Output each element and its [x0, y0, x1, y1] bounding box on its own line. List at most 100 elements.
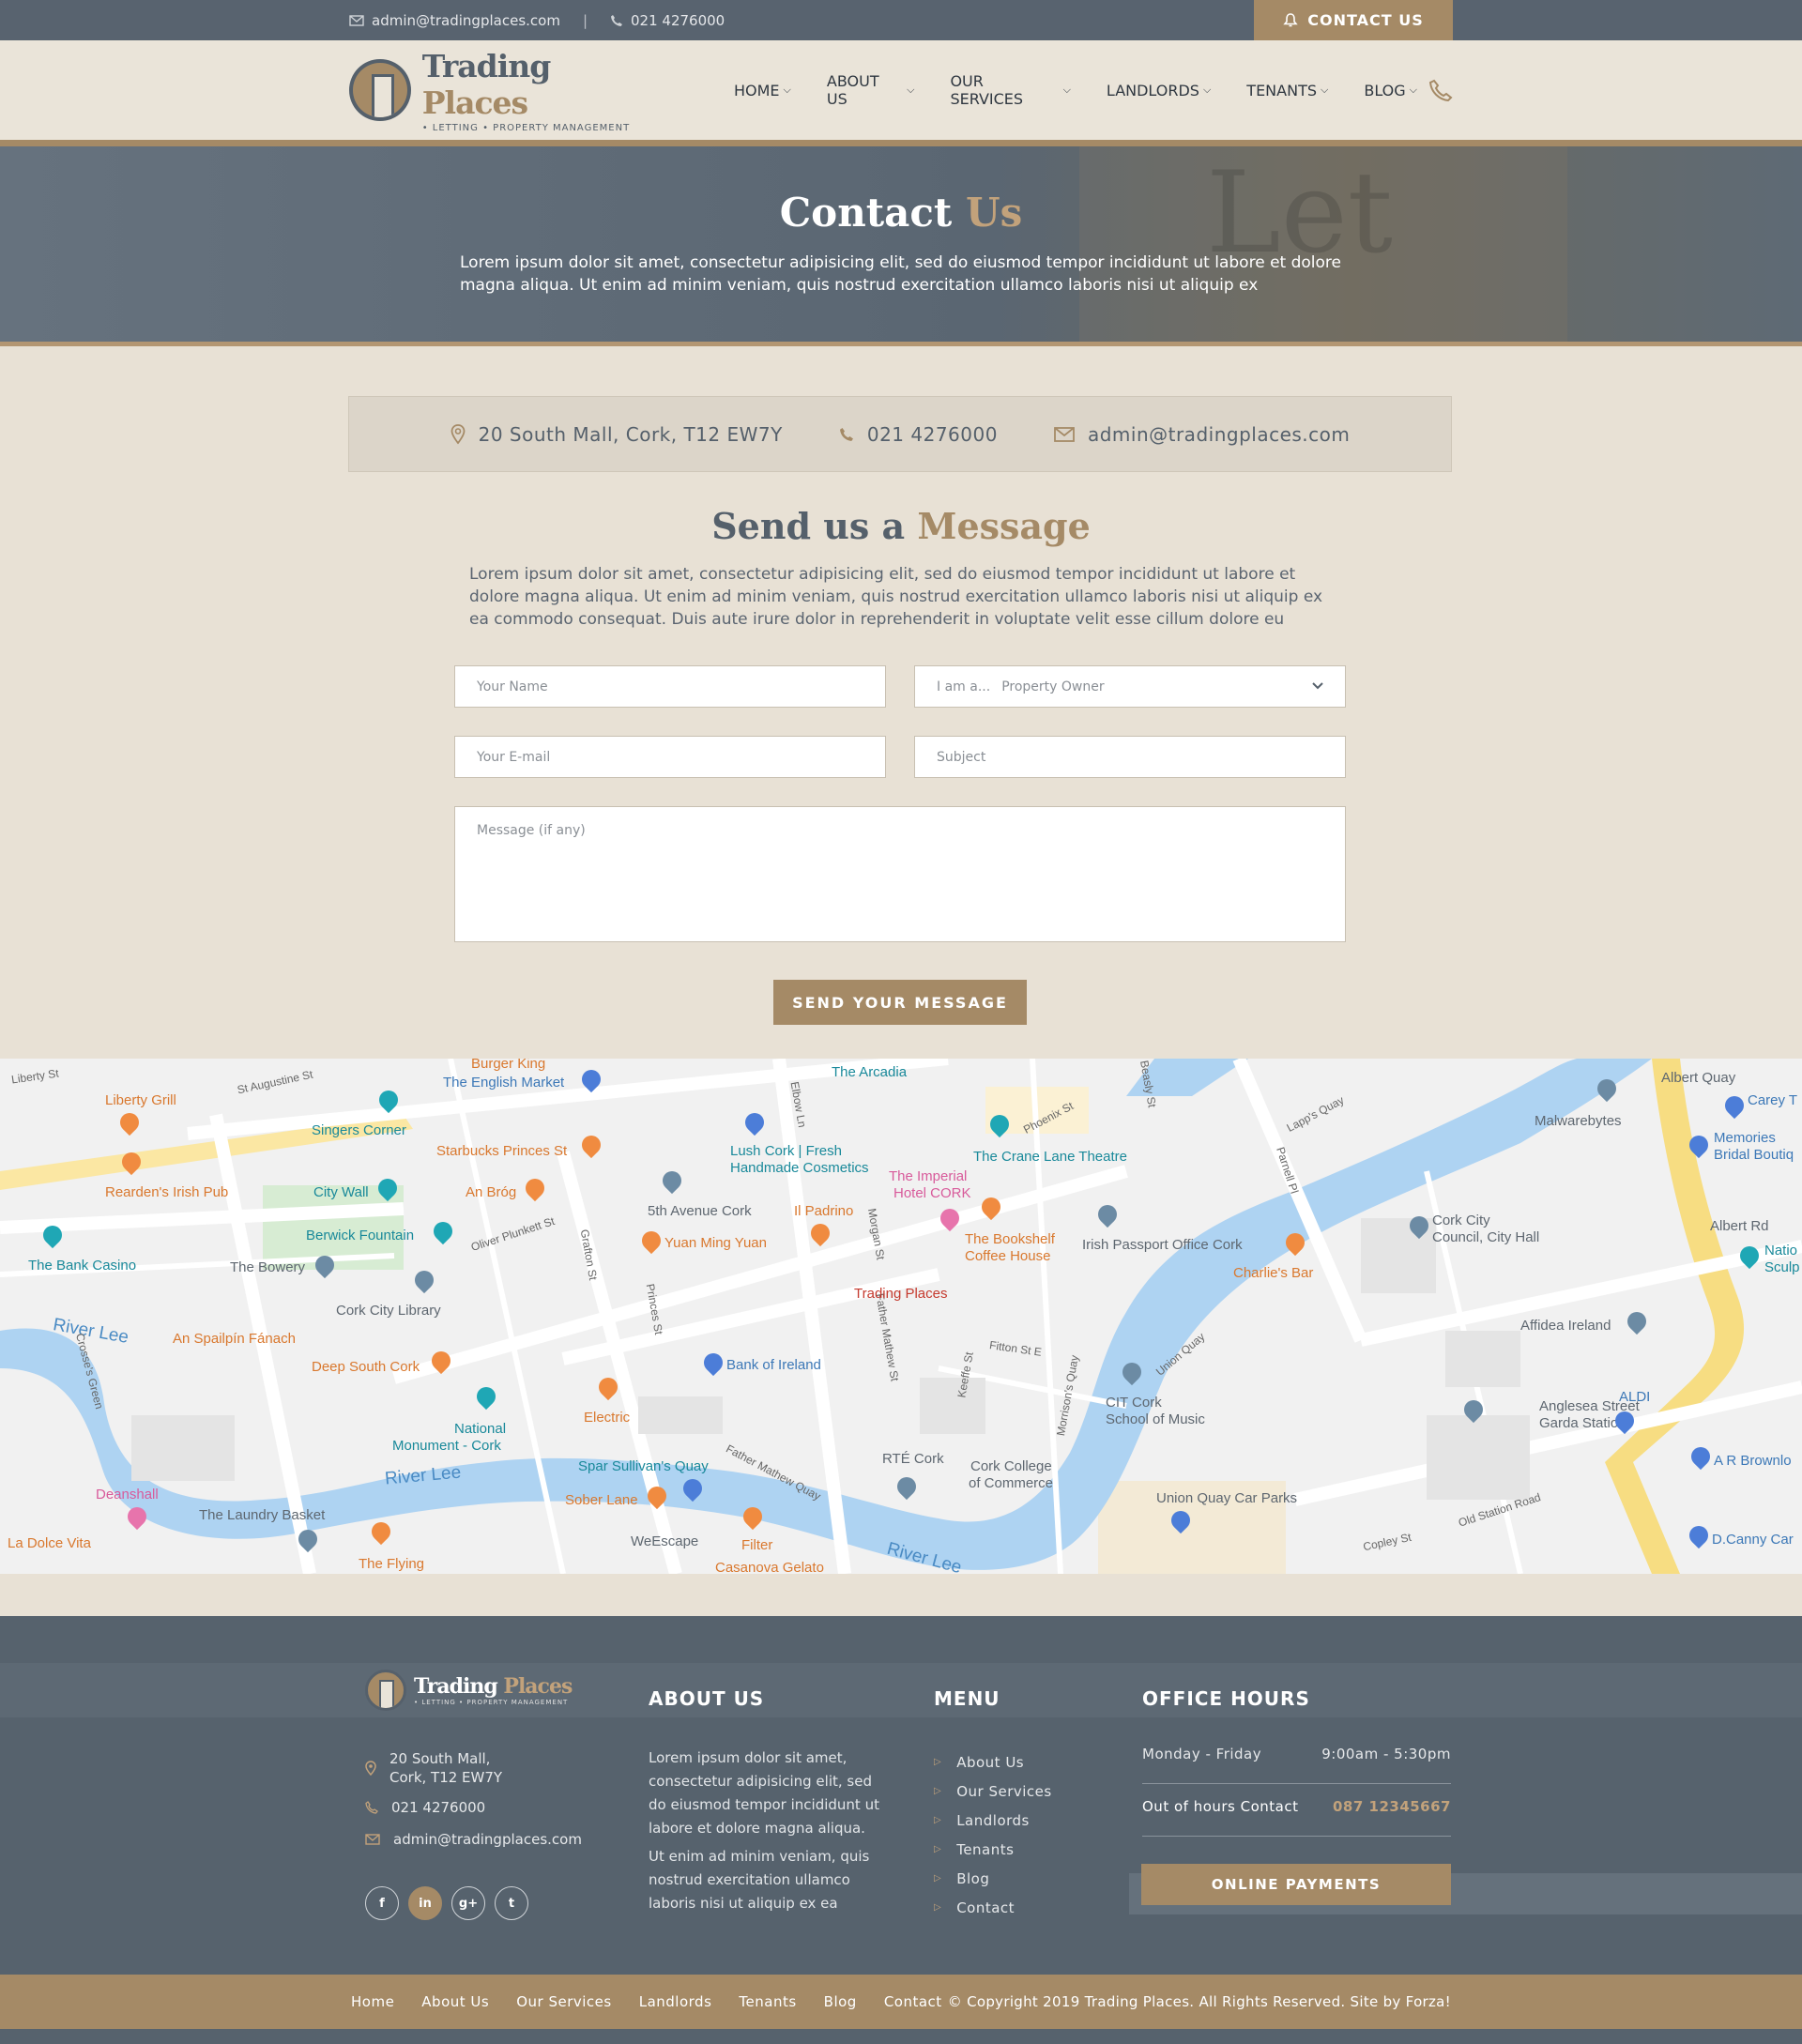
nav-blog[interactable]: BLOG ⌵: [1364, 72, 1417, 108]
map-label[interactable]: Bank of Ireland: [726, 1357, 821, 1373]
facebook-icon[interactable]: f: [365, 1886, 399, 1920]
map-label[interactable]: Spar Sullivan's Quay: [578, 1458, 709, 1474]
subject-input[interactable]: Subject: [914, 736, 1346, 778]
map-label[interactable]: Affidea Ireland: [1520, 1318, 1611, 1334]
footer-phone[interactable]: 021 4276000: [365, 1798, 485, 1817]
online-payments-button[interactable]: ONLINE PAYMENTS: [1141, 1864, 1451, 1905]
map-label[interactable]: An Bróg: [466, 1184, 516, 1200]
contact-us-button[interactable]: CONTACT US: [1254, 0, 1453, 40]
bottom-link-blog[interactable]: Blog: [824, 1993, 857, 2010]
footer-menu-services[interactable]: ▷ Our Services: [934, 1777, 1052, 1806]
map-label[interactable]: School of Music: [1106, 1411, 1205, 1427]
map-label[interactable]: Cork College: [970, 1458, 1052, 1474]
map-label[interactable]: Electric: [584, 1410, 630, 1426]
map-label[interactable]: Sober Lane: [565, 1492, 638, 1508]
map-label[interactable]: Irish Passport Office Cork: [1082, 1237, 1243, 1253]
map-label[interactable]: The English Market: [443, 1075, 564, 1091]
map-label[interactable]: Malwarebytes: [1535, 1113, 1622, 1129]
nav-home[interactable]: HOME ⌵: [734, 72, 791, 108]
linkedin-icon[interactable]: in: [408, 1886, 442, 1920]
nav-about-us[interactable]: ABOUT US ⌵: [827, 72, 915, 108]
name-input[interactable]: Your Name: [454, 665, 886, 708]
map-label[interactable]: D.Canny Car: [1712, 1532, 1794, 1548]
map-label[interactable]: CIT Cork: [1106, 1395, 1162, 1411]
map-label[interactable]: The Imperial: [889, 1168, 967, 1184]
bottom-link-services[interactable]: Our Services: [516, 1993, 612, 2010]
map-label[interactable]: The Bookshelf: [965, 1231, 1055, 1247]
footer-logo[interactable]: Trading Places • LETTING • PROPERTY MANA…: [365, 1670, 573, 1711]
footer-menu-tenants[interactable]: ▷ Tenants: [934, 1835, 1052, 1864]
map-label[interactable]: The Bowery: [230, 1259, 305, 1275]
out-of-hours-phone[interactable]: 087 12345667: [1333, 1798, 1451, 1815]
map-label[interactable]: National: [454, 1421, 506, 1437]
bottom-link-about[interactable]: About Us: [421, 1993, 489, 2010]
map-label[interactable]: 5th Avenue Cork: [648, 1203, 752, 1219]
map-label[interactable]: RTÉ Cork: [882, 1451, 944, 1467]
twitter-icon[interactable]: t: [495, 1886, 528, 1920]
location-map[interactable]: Burger King The English Market Liberty G…: [0, 1059, 1802, 1574]
map-label[interactable]: Casanova Gelato: [715, 1560, 824, 1574]
message-textarea[interactable]: Message (if any): [454, 806, 1346, 942]
map-label[interactable]: of Commerce: [969, 1475, 1053, 1491]
map-label[interactable]: Liberty Grill: [105, 1092, 176, 1108]
map-label[interactable]: A R Brownlo: [1714, 1453, 1792, 1469]
map-label[interactable]: La Dolce Vita: [8, 1535, 91, 1551]
map-label[interactable]: Berwick Fountain: [306, 1228, 414, 1243]
footer-menu-contact[interactable]: ▷ Contact: [934, 1893, 1052, 1922]
map-label[interactable]: Hotel CORK: [893, 1185, 971, 1201]
map-label[interactable]: Carey T: [1748, 1092, 1797, 1108]
map-label[interactable]: Starbucks Princes St: [436, 1143, 567, 1159]
map-label[interactable]: Coffee House: [965, 1248, 1050, 1264]
map-label[interactable]: Handmade Cosmetics: [730, 1160, 869, 1176]
header-phone-icon[interactable]: [1428, 78, 1453, 106]
map-label[interactable]: Monument - Cork: [392, 1438, 501, 1454]
map-label[interactable]: Albert Quay: [1661, 1070, 1735, 1086]
topbar-phone[interactable]: 021 4276000: [610, 12, 725, 29]
site-logo[interactable]: Trading Places • LETTING • PROPERTY MANA…: [349, 48, 664, 133]
send-message-button[interactable]: SEND YOUR MESSAGE: [773, 980, 1027, 1025]
map-label[interactable]: Sculp: [1764, 1259, 1800, 1275]
google-plus-icon[interactable]: g+: [451, 1886, 485, 1920]
map-label[interactable]: Cork City: [1432, 1213, 1490, 1228]
role-select[interactable]: I am a... Property Owner: [914, 665, 1346, 708]
footer-menu-blog[interactable]: ▷ Blog: [934, 1864, 1052, 1893]
map-label[interactable]: The Arcadia: [832, 1064, 907, 1080]
map-label[interactable]: Yuan Ming Yuan: [664, 1235, 767, 1251]
nav-our-services[interactable]: OUR SERVICES ⌵: [950, 72, 1070, 108]
email-input[interactable]: Your E-mail: [454, 736, 886, 778]
nav-landlords[interactable]: LANDLORDS ⌵: [1107, 72, 1211, 108]
map-label[interactable]: Deanshall: [96, 1487, 159, 1502]
map-label[interactable]: Burger King: [471, 1059, 545, 1072]
map-label[interactable]: Deep South Cork: [312, 1359, 420, 1375]
map-label[interactable]: WeEscape: [631, 1533, 698, 1549]
map-label[interactable]: Lush Cork | Fresh: [730, 1143, 842, 1159]
map-label[interactable]: Il Padrino: [794, 1203, 853, 1219]
map-label[interactable]: The Laundry Basket: [199, 1507, 325, 1523]
map-label[interactable]: Charlie's Bar: [1233, 1265, 1313, 1281]
map-label[interactable]: Filter: [741, 1537, 772, 1553]
topbar-email[interactable]: admin@tradingplaces.com: [349, 12, 560, 29]
map-label[interactable]: Garda Station: [1539, 1415, 1626, 1431]
map-label[interactable]: Council, City Hall: [1432, 1229, 1539, 1245]
map-label[interactable]: The Flying: [359, 1556, 424, 1572]
map-label[interactable]: Union Quay Car Parks: [1156, 1490, 1297, 1506]
bottom-link-contact[interactable]: Contact: [884, 1993, 942, 2010]
map-label[interactable]: Cork City Library: [336, 1303, 441, 1319]
info-phone[interactable]: 021 4276000: [839, 423, 998, 446]
footer-email[interactable]: admin@tradingplaces.com: [365, 1830, 582, 1849]
map-label[interactable]: An Spailpín Fánach: [173, 1331, 296, 1347]
map-label[interactable]: The Bank Casino: [28, 1258, 136, 1274]
bottom-link-home[interactable]: Home: [351, 1993, 394, 2010]
map-label[interactable]: Singers Corner: [312, 1122, 406, 1138]
footer-menu-about[interactable]: ▷ About Us: [934, 1747, 1052, 1777]
trading-places-marker-label[interactable]: Trading Places: [854, 1286, 948, 1302]
nav-tenants[interactable]: TENANTS ⌵: [1246, 72, 1328, 108]
map-label[interactable]: Bridal Boutiq: [1714, 1147, 1794, 1163]
info-email[interactable]: admin@tradingplaces.com: [1054, 423, 1350, 446]
map-label[interactable]: ALDI: [1619, 1389, 1650, 1405]
bottom-link-tenants[interactable]: Tenants: [739, 1993, 796, 2010]
map-label[interactable]: Rearden's Irish Pub: [105, 1184, 228, 1200]
map-label[interactable]: Albert Rd: [1710, 1218, 1769, 1234]
map-label[interactable]: Memories: [1714, 1130, 1776, 1146]
map-label[interactable]: City Wall: [313, 1184, 369, 1200]
